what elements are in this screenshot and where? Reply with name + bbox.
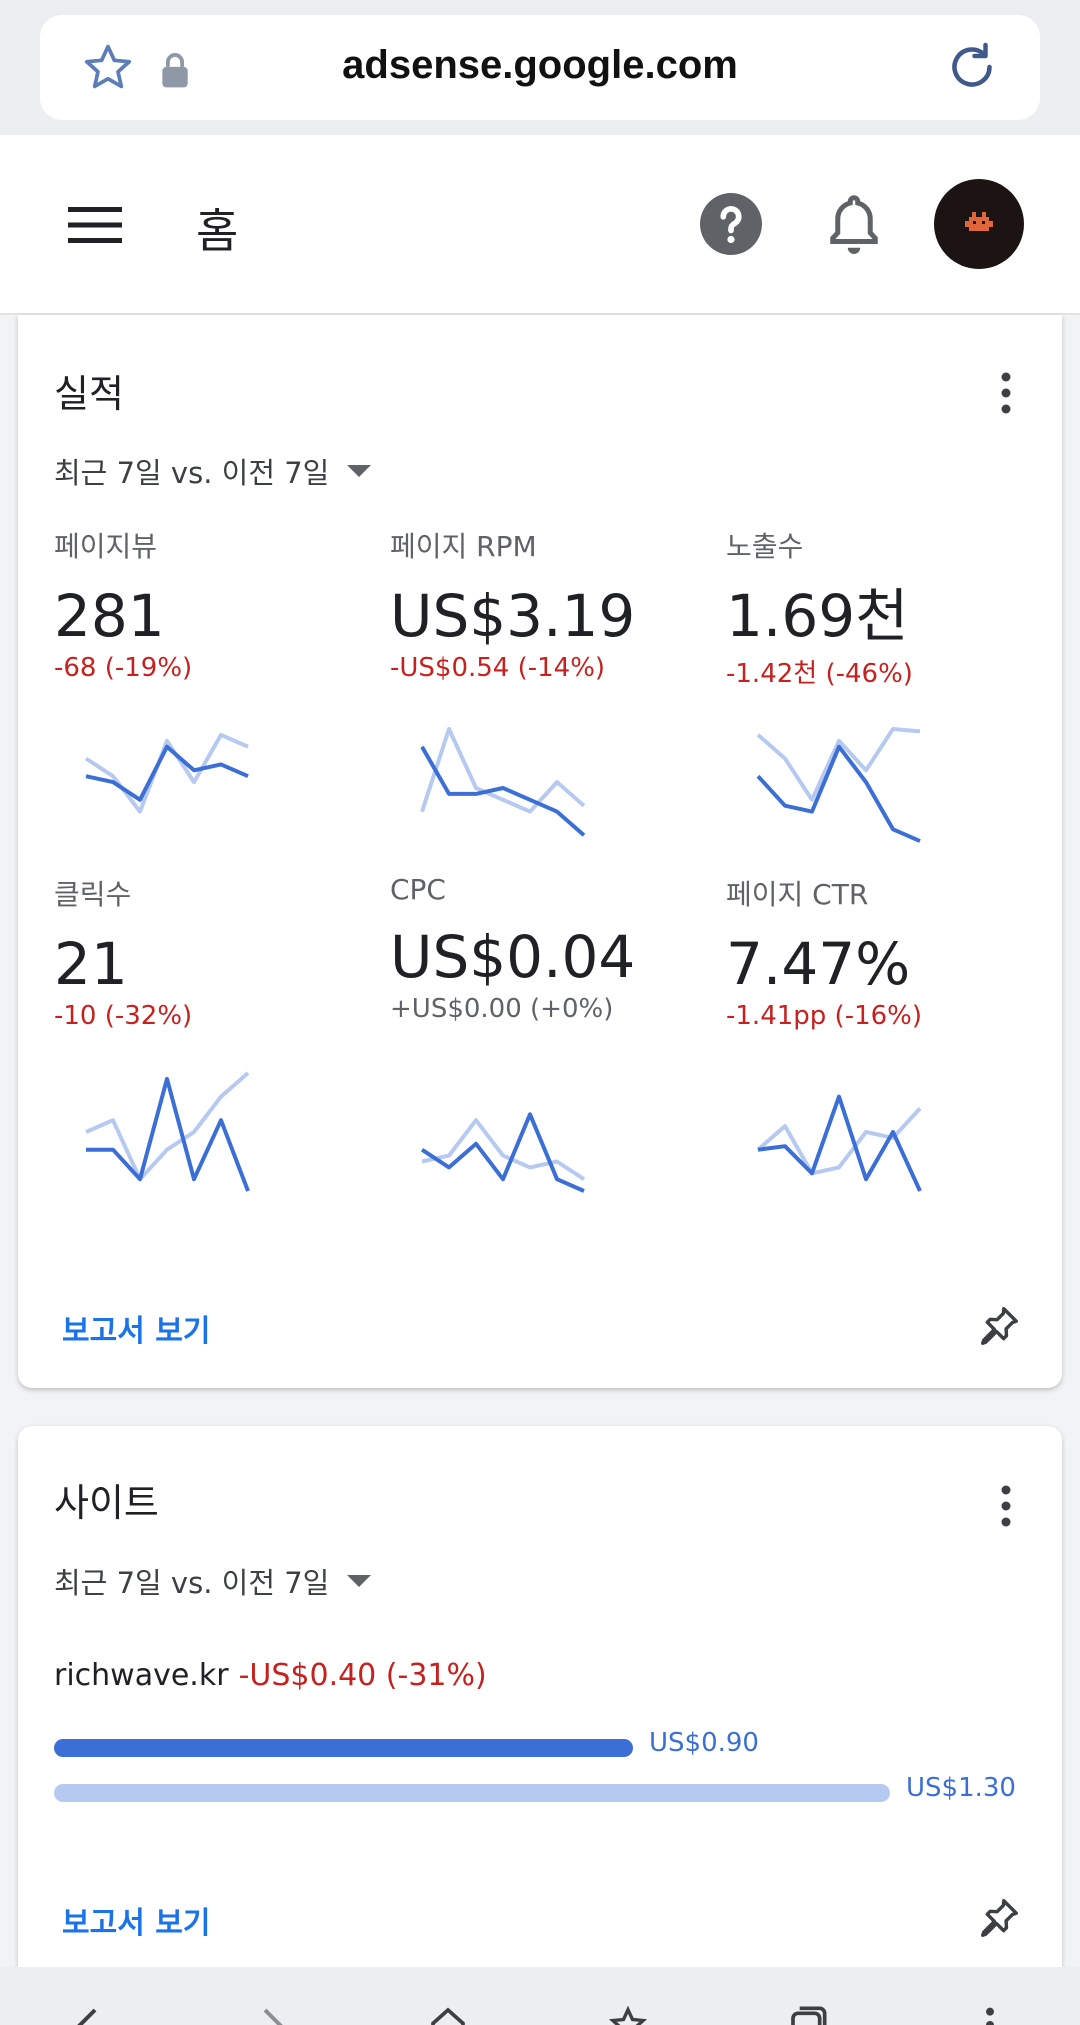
performance-card: 실적 최근 7일 vs. 이전 7일 페이지뷰 281 -68 (-19%) 페이지 … (18, 315, 1062, 1388)
date-range-dropdown[interactable]: 최근 7일 vs. 이전 7일 (54, 450, 372, 492)
browser-toolbar: adsense.google.com (0, 0, 1080, 135)
tabs-icon[interactable] (788, 2005, 828, 2025)
current-period-line (420, 745, 586, 837)
metric-tile[interactable]: CPC US$0.04 +US$0.00 (+0%) (390, 873, 710, 1024)
metric-label: 클릭수 (54, 878, 132, 911)
metric-value: US$3.19 (390, 582, 636, 650)
metric-tile[interactable]: 클릭수 21 -10 (-32%) (54, 873, 374, 1031)
previous-earnings-bar (54, 1784, 890, 1802)
page-title: 홈 (196, 204, 239, 258)
metric-delta: -US$0.54 (-14%) (390, 653, 606, 683)
metric-tile[interactable]: 페이지 RPM US$3.19 -US$0.54 (-14%) (390, 525, 710, 683)
metric-tile[interactable]: 노출수 1.69천 -1.42천 (-46%) (726, 525, 1046, 690)
metric-label: 페이지뷰 (54, 530, 158, 563)
bookmark-star-icon[interactable] (80, 40, 136, 96)
metric-value: 21 (54, 930, 128, 998)
address-bar[interactable]: adsense.google.com (40, 15, 1040, 120)
current-earnings-value: US$0.90 (649, 1728, 759, 1758)
pin-icon[interactable] (976, 1895, 1022, 1941)
metric-value: 7.47% (726, 930, 911, 998)
view-report-link[interactable]: 보고서 보기 (62, 1306, 210, 1350)
card-title: 사이트 (54, 1481, 159, 1525)
site-row[interactable]: richwave.kr -US$0.40 (-31%) (54, 1658, 487, 1693)
hamburger-menu-icon[interactable] (68, 205, 122, 245)
sparkline-chart (756, 727, 921, 843)
more-vert-icon[interactable] (1000, 371, 1012, 415)
url-text[interactable]: adsense.google.com (220, 43, 860, 88)
sparkline-chart (420, 727, 586, 837)
reload-icon[interactable] (942, 37, 1002, 97)
view-report-link[interactable]: 보고서 보기 (62, 1898, 210, 1942)
metric-label: 노출수 (726, 530, 804, 563)
account-avatar[interactable] (934, 179, 1024, 269)
current-period-line (756, 744, 921, 843)
app-header: 홈 (0, 135, 1080, 315)
dropdown-caret-icon (347, 465, 372, 477)
notifications-bell-icon[interactable] (824, 191, 884, 257)
date-range-label: 최근 7일 vs. 이전 7일 (54, 1566, 330, 1600)
metric-value: 281 (54, 582, 165, 650)
more-vert-icon[interactable] (1000, 1484, 1012, 1528)
pin-icon[interactable] (976, 1303, 1022, 1349)
previous-period-line (756, 727, 921, 802)
back-icon[interactable] (70, 2005, 110, 2025)
metric-tile[interactable]: 페이지뷰 281 -68 (-19%) (54, 525, 374, 683)
date-range-label: 최근 7일 vs. 이전 7일 (54, 456, 330, 490)
metric-delta: -1.41pp (-16%) (726, 1001, 923, 1031)
home-icon[interactable] (428, 2005, 468, 2025)
browser-bottom-nav (0, 1967, 1080, 2025)
metric-delta: -1.42천 (-46%) (726, 659, 913, 689)
previous-period-line (421, 1118, 586, 1181)
current-period-line (757, 1094, 922, 1192)
dropdown-caret-icon (347, 1575, 372, 1587)
previous-earnings-value: US$1.30 (906, 1773, 1016, 1803)
metric-label: 페이지 CTR (726, 878, 869, 911)
help-icon[interactable] (700, 193, 762, 255)
bookmarks-star-icon[interactable] (608, 2005, 648, 2025)
forward-icon[interactable] (250, 2005, 290, 2025)
metric-delta: -68 (-19%) (54, 653, 193, 683)
lock-icon (162, 53, 188, 88)
metric-label: CPC (390, 873, 446, 906)
metric-delta: +US$0.00 (+0%) (390, 994, 614, 1024)
current-earnings-bar (54, 1739, 633, 1757)
card-title: 실적 (54, 372, 124, 416)
sparkline-chart (756, 1094, 922, 1192)
metric-delta: -10 (-32%) (54, 1001, 193, 1031)
avatar-mascot-icon (965, 212, 993, 231)
metric-label: 페이지 RPM (390, 530, 537, 563)
date-range-dropdown[interactable]: 최근 7일 vs. 이전 7일 (54, 1560, 372, 1602)
metric-value: US$0.04 (390, 923, 636, 991)
metric-value: 1.69천 (726, 582, 909, 650)
metric-tile[interactable]: 페이지 CTR 7.47% -1.41pp (-16%) (726, 873, 1046, 1031)
sites-card: 사이트 최근 7일 vs. 이전 7일 richwave.kr -US$0.40 … (18, 1426, 1062, 1986)
site-delta: -US$0.40 (-31%) (238, 1658, 487, 1693)
previous-period-line (420, 727, 586, 814)
sparkline-chart (84, 732, 249, 814)
site-name: richwave.kr (54, 1658, 229, 1693)
more-menu-icon[interactable] (970, 2005, 1010, 2025)
sparkline-chart (420, 1112, 586, 1193)
sparkline-chart (85, 1071, 250, 1192)
